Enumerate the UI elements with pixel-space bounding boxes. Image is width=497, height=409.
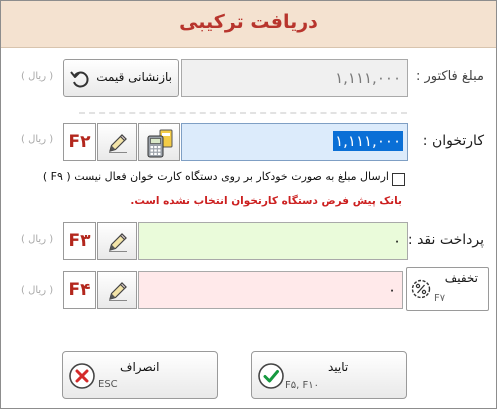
card-unit: ( ریال ) [21,134,54,145]
percent-icon [411,279,431,303]
invoice-unit: ( ریال ) [21,71,54,82]
cash-amount-input[interactable]: ۰ [138,222,408,260]
invoice-label: مبلغ فاکتور : [415,69,484,84]
cancel-key: ESC [98,379,118,390]
auto-send-label: ارسال مبلغ به صورت خودکار بر روی دستگاه … [42,170,389,183]
pencil-icon [107,132,129,158]
cash-amount-value: ۰ [392,232,401,250]
reset-price-label: بازنشانی قیمت [96,70,172,84]
card-amount-input[interactable]: ۱,۱۱۱,۰۰۰ [181,123,408,161]
undo-icon [68,67,92,95]
cancel-button[interactable]: انصراف ESC [62,351,218,399]
combined-payment-window: دریافت ترکیبی ( ریال ) بازنشانی قیمت ۱,۱… [0,0,497,409]
discount-unit: ( ریال ) [21,285,54,296]
card-fkey-button[interactable]: F۲ [63,123,96,161]
card-amount-value: ۱,۱۱۱,۰۰۰ [333,131,403,151]
invoice-amount-value: ۱,۱۱۱,۰۰۰ [335,69,401,87]
discount-button[interactable]: تخفیف F۷ [406,267,489,311]
reset-price-button[interactable]: بازنشانی قیمت [63,59,179,97]
window-title: دریافت ترکیبی [179,11,318,33]
cancel-circle-icon [68,362,96,394]
divider [79,112,407,114]
title-bar: دریافت ترکیبی [1,1,496,48]
cash-edit-button[interactable] [97,222,137,260]
discount-amount-input[interactable]: ۰ [138,271,403,309]
confirm-label: تایید [328,360,349,374]
confirm-button[interactable]: تایید F۵, F۱۰ [251,351,407,399]
auto-send-checkbox[interactable] [392,173,405,186]
cash-unit: ( ریال ) [21,234,54,245]
pencil-icon [107,231,129,257]
pencil-icon [107,280,129,306]
card-edit-button[interactable] [97,123,137,161]
confirm-keys: F۵, F۱۰ [285,380,319,391]
check-circle-icon [257,362,285,394]
discount-edit-button[interactable] [97,271,137,309]
card-label: کارتخوان : [422,133,484,149]
card-reader-icon [145,127,175,163]
cancel-label: انصراف [120,360,160,374]
card-reader-button[interactable] [138,123,180,161]
invoice-amount-field: ۱,۱۱۱,۰۰۰ [181,59,408,97]
discount-fkey-button[interactable]: F۴ [63,271,96,309]
cash-label: پرداخت نقد : [407,232,484,248]
default-bank-warning: بانک پیش فرض دستگاه کارتخوان انتخاب نشده… [130,195,402,207]
discount-label: تخفیف [444,271,478,285]
cash-fkey-button[interactable]: F۳ [63,222,96,260]
discount-amount-value: ۰ [387,281,396,299]
discount-key: F۷ [434,293,446,304]
